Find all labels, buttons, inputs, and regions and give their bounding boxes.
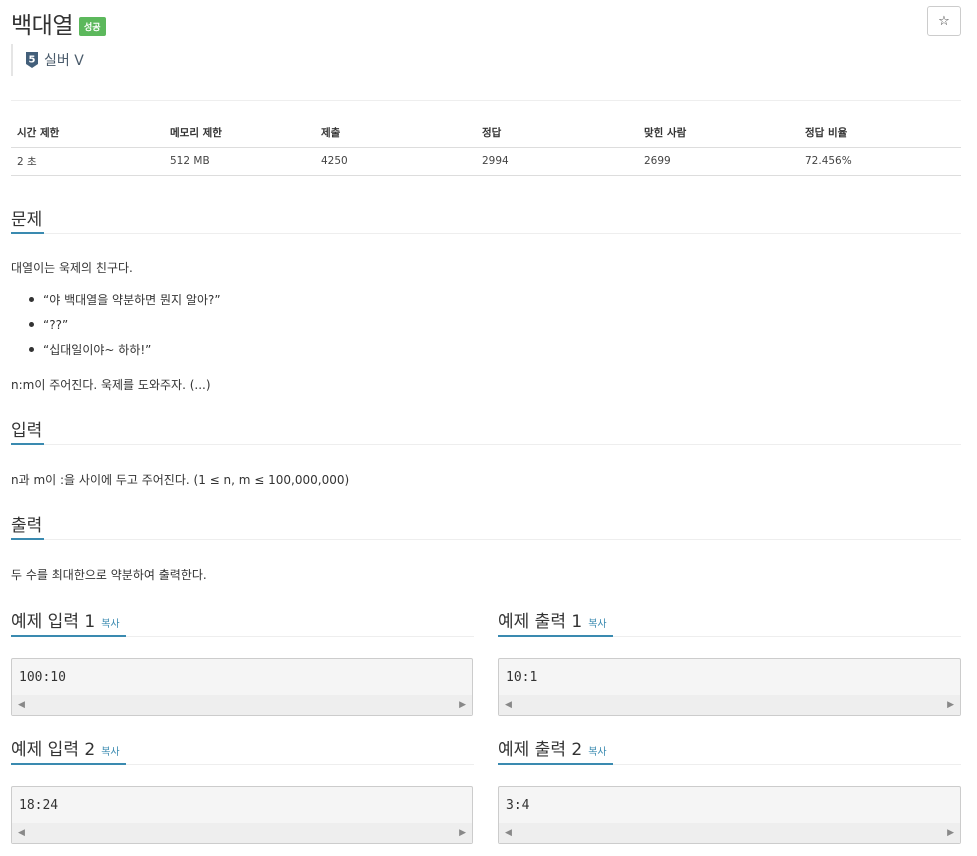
scroll-left-icon[interactable]: ◀ bbox=[18, 700, 25, 710]
memory-limit-value: 512 MB bbox=[164, 147, 315, 176]
scroll-left-icon[interactable]: ◀ bbox=[505, 700, 512, 710]
scroll-right-icon[interactable]: ▶ bbox=[947, 828, 954, 838]
header-accepted: 정답 bbox=[476, 119, 638, 148]
tier-label: 실버 V bbox=[44, 53, 84, 69]
star-icon: ☆ bbox=[938, 13, 950, 29]
problem-heading: 문제 bbox=[11, 210, 43, 230]
header-submissions: 제출 bbox=[315, 119, 476, 148]
problem-outro: n:m이 주어진다. 욱제를 도와주자. (...) bbox=[11, 378, 211, 392]
output-description: 두 수를 최대한으로 약분하여 출력한다. bbox=[11, 568, 207, 582]
header-solvers: 맞힌 사람 bbox=[638, 119, 799, 148]
section-underline bbox=[11, 443, 44, 445]
sample-input-2-box[interactable]: 18:24 ◀ ▶ bbox=[11, 786, 473, 844]
section-underline bbox=[11, 232, 44, 234]
ratio-value: 72.456% bbox=[799, 147, 961, 176]
problem-dialogue-list: “야 백대열을 약분하면 뭔지 알아?” “??” “십대일이야~ 하하!” bbox=[29, 291, 221, 366]
tier-number: 5 bbox=[29, 55, 36, 66]
sample-input-2-title: 예제 입력 2 복사 bbox=[11, 735, 120, 760]
copy-button[interactable]: 복사 bbox=[101, 615, 119, 630]
section-underline bbox=[11, 538, 44, 540]
scroll-left-icon[interactable]: ◀ bbox=[18, 828, 25, 838]
sample-output-1-box[interactable]: 10:1 ◀ ▶ bbox=[498, 658, 961, 716]
list-item: “십대일이야~ 하하!” bbox=[29, 341, 221, 366]
scroll-right-icon[interactable]: ▶ bbox=[459, 828, 466, 838]
list-item: “야 백대열을 약분하면 뭔지 알아?” bbox=[29, 291, 221, 316]
sample-input-2-value: 18:24 bbox=[19, 798, 59, 813]
silver-tier-icon: 5 bbox=[26, 52, 38, 68]
sample-input-1-box[interactable]: 100:10 ◀ ▶ bbox=[11, 658, 473, 716]
sample-output-2-box[interactable]: 3:4 ◀ ▶ bbox=[498, 786, 961, 844]
sample-output-1-value: 10:1 bbox=[506, 670, 538, 685]
sample-input-1-value: 100:10 bbox=[19, 670, 66, 685]
table-row: 2 초 512 MB 4250 2994 2699 72.456% bbox=[11, 147, 961, 176]
horizontal-scrollbar[interactable]: ◀ ▶ bbox=[12, 695, 472, 715]
section-divider bbox=[11, 539, 961, 540]
divider bbox=[11, 100, 961, 101]
section-underline bbox=[498, 763, 613, 765]
problem-intro: 대열이는 욱제의 친구다. bbox=[11, 261, 133, 275]
horizontal-scrollbar[interactable]: ◀ ▶ bbox=[12, 823, 472, 843]
scroll-left-icon[interactable]: ◀ bbox=[505, 828, 512, 838]
section-underline bbox=[498, 635, 613, 637]
sample-output-2-value: 3:4 bbox=[506, 798, 530, 813]
status-badge: 성공 bbox=[78, 16, 106, 36]
copy-button[interactable]: 복사 bbox=[588, 743, 606, 758]
horizontal-scrollbar[interactable]: ◀ ▶ bbox=[499, 695, 960, 715]
list-item: “??” bbox=[29, 316, 221, 341]
problem-title: 백대열 bbox=[11, 13, 73, 39]
problem-header: 백대열 성공 bbox=[11, 6, 106, 40]
accepted-value: 2994 bbox=[476, 147, 638, 176]
section-underline bbox=[11, 635, 126, 637]
section-divider bbox=[11, 444, 961, 445]
input-description: n과 m이 :을 사이에 두고 주어진다. (1 ≤ n, m ≤ 100,00… bbox=[11, 473, 350, 487]
sample-input-2-heading: 예제 입력 2 bbox=[11, 740, 96, 760]
sample-input-1-title: 예제 입력 1 복사 bbox=[11, 607, 120, 632]
time-limit-value: 2 초 bbox=[11, 147, 164, 176]
output-heading: 출력 bbox=[11, 516, 43, 536]
solvers-value[interactable]: 2699 bbox=[638, 147, 799, 176]
header-time-limit: 시간 제한 bbox=[11, 119, 164, 148]
section-divider bbox=[11, 233, 961, 234]
input-heading: 입력 bbox=[11, 421, 43, 441]
header-ratio: 정답 비율 bbox=[799, 119, 961, 148]
problem-info-table: 시간 제한 메모리 제한 제출 정답 맞힌 사람 정답 비율 2 초 512 M… bbox=[11, 119, 961, 176]
scroll-right-icon[interactable]: ▶ bbox=[947, 700, 954, 710]
sample-input-1-heading: 예제 입력 1 bbox=[11, 612, 96, 632]
sample-output-2-heading: 예제 출력 2 bbox=[498, 740, 583, 760]
copy-button[interactable]: 복사 bbox=[588, 615, 606, 630]
sample-output-1-title: 예제 출력 1 복사 bbox=[498, 607, 607, 632]
section-underline bbox=[11, 763, 126, 765]
sample-output-2-title: 예제 출력 2 복사 bbox=[498, 735, 607, 760]
star-button[interactable]: ☆ bbox=[927, 6, 961, 36]
header-memory-limit: 메모리 제한 bbox=[164, 119, 315, 148]
submissions-value[interactable]: 4250 bbox=[315, 147, 476, 176]
table-header-row: 시간 제한 메모리 제한 제출 정답 맞힌 사람 정답 비율 bbox=[11, 119, 961, 148]
copy-button[interactable]: 복사 bbox=[101, 743, 119, 758]
sample-output-1-heading: 예제 출력 1 bbox=[498, 612, 583, 632]
tier-info: 5 실버 V bbox=[11, 44, 84, 76]
scroll-right-icon[interactable]: ▶ bbox=[459, 700, 466, 710]
horizontal-scrollbar[interactable]: ◀ ▶ bbox=[499, 823, 960, 843]
